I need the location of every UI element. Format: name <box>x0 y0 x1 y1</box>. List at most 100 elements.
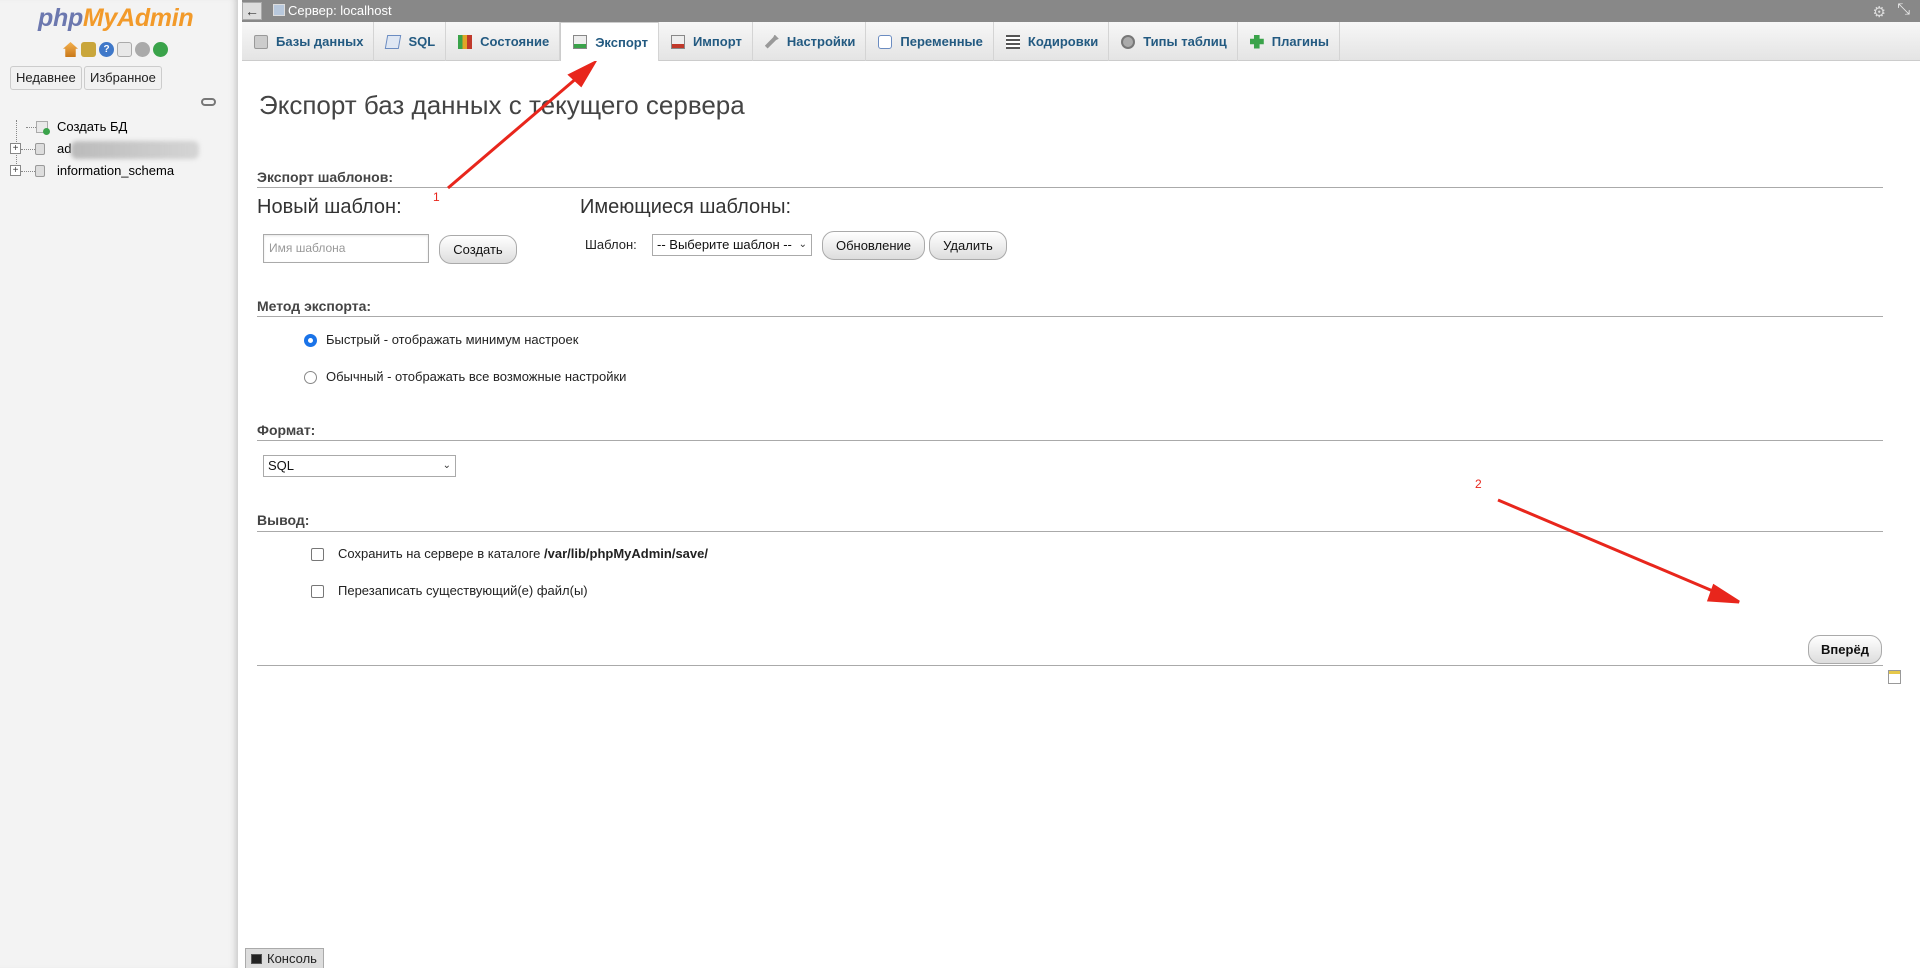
overwrite-files-label[interactable]: Перезаписать существующий(е) файл(ы) <box>338 583 588 598</box>
notes-icon[interactable] <box>1888 670 1901 684</box>
redacted-text <box>71 140 200 159</box>
tab-label: SQL <box>408 34 436 49</box>
existing-templates-heading: Имеющиеся шаблоны: <box>580 196 792 218</box>
tab-label: Базы данных <box>276 34 364 49</box>
wrench-icon <box>764 34 779 49</box>
tree-item-label: information_schema <box>57 163 175 178</box>
output-section-title: Вывод: <box>257 512 310 528</box>
tab-plugins[interactable]: Плагины <box>1238 22 1340 61</box>
import-icon <box>670 34 685 49</box>
phpmyadmin-logo[interactable]: phpMyAdmin <box>38 4 194 33</box>
server-tabs: Базы данных SQL Состояние Экспорт Импорт… <box>242 22 1920 61</box>
expand-icon[interactable]: + <box>10 143 21 154</box>
expand-icon[interactable]: + <box>10 165 21 176</box>
tab-sql[interactable]: SQL <box>374 22 447 61</box>
page-settings-icon[interactable]: ⚙ <box>1873 3 1886 21</box>
tab-variables[interactable]: Переменные <box>866 22 994 61</box>
template-select-value: -- Выберите шаблон -- <box>657 237 792 252</box>
template-name-input[interactable]: Имя шаблона <box>263 234 429 263</box>
settings-icon[interactable] <box>135 42 150 57</box>
tab-status[interactable]: Состояние <box>446 22 561 61</box>
chevron-down-icon: ⌄ <box>442 460 451 471</box>
engines-icon <box>1121 34 1136 49</box>
footer-divider <box>257 665 1883 666</box>
new-database-icon <box>36 121 50 135</box>
tree-line <box>21 149 35 150</box>
tab-import[interactable]: Импорт <box>659 22 753 61</box>
home-icon[interactable] <box>63 42 78 57</box>
server-breadcrumb[interactable]: Сервер: localhost <box>288 3 392 18</box>
charset-icon <box>1005 34 1020 49</box>
console-label: Консоль <box>267 951 317 966</box>
back-arrow-icon[interactable]: ← <box>242 2 262 20</box>
save-on-server-checkbox[interactable] <box>311 548 324 561</box>
database-icon <box>35 165 45 177</box>
reload-icon[interactable] <box>153 42 168 57</box>
favorites-button[interactable]: Избранное <box>84 66 162 90</box>
annotation-arrows <box>447 61 1740 604</box>
tab-label: Экспорт <box>595 34 648 50</box>
custom-method-radio[interactable] <box>304 371 317 384</box>
tab-export[interactable]: Экспорт <box>560 22 659 61</box>
logo-php: php <box>38 4 83 32</box>
update-template-button[interactable]: Обновление <box>822 231 925 260</box>
tree-line <box>21 171 35 172</box>
save-on-server-text: Сохранить на сервере в каталоге <box>338 546 544 561</box>
quick-method-radio[interactable] <box>304 334 317 347</box>
exit-icon[interactable] <box>81 42 96 57</box>
format-select[interactable]: SQL ⌄ <box>263 455 456 477</box>
custom-method-label[interactable]: Обычный - отображать все возможные настр… <box>326 369 626 384</box>
tab-label: Настройки <box>786 34 856 49</box>
tree-item-label: ad <box>57 141 72 156</box>
tab-settings[interactable]: Настройки <box>753 22 867 61</box>
export-page: Экспорт баз данных с текущего сервера Эк… <box>242 61 1920 941</box>
console-icon <box>251 953 262 964</box>
annotation-arrow-1-head <box>567 61 597 88</box>
annotation-marker-2: 2 <box>1475 477 1482 491</box>
database-icon <box>35 143 45 155</box>
collapse-icon[interactable]: ⤡ <box>1897 1 1910 19</box>
logo-admin: Admin <box>117 4 194 32</box>
tab-engines[interactable]: Типы таблиц <box>1109 22 1238 61</box>
format-select-value: SQL <box>268 458 295 473</box>
templates-section-title: Экспорт шаблонов: <box>257 169 393 185</box>
delete-template-button[interactable]: Удалить <box>929 231 1007 260</box>
tab-charsets[interactable]: Кодировки <box>994 22 1110 61</box>
section-divider <box>257 531 1883 532</box>
tree-item-create-db[interactable]: Создать БД <box>10 116 199 138</box>
annotation-arrow-2-head <box>1706 583 1740 604</box>
tree-item-label: Создать БД <box>57 119 128 134</box>
chevron-down-icon: ⌄ <box>798 239 807 250</box>
database-icon <box>254 34 268 49</box>
logo-my: My <box>82 4 118 32</box>
annotation-marker-1: 1 <box>433 190 440 204</box>
annotation-arrow-2-line <box>1497 498 1728 599</box>
server-icon <box>273 4 285 16</box>
go-button[interactable]: Вперёд <box>1808 635 1882 664</box>
template-select[interactable]: -- Выберите шаблон -- ⌄ <box>652 234 812 256</box>
sidebar-icon-row: ? <box>63 42 168 57</box>
save-path: /var/lib/phpMyAdmin/save/ <box>544 546 708 561</box>
server-breadcrumb-bar: ← Сервер: localhost ⚙ ⤡ <box>242 0 1920 22</box>
overwrite-files-checkbox[interactable] <box>311 585 324 598</box>
navigation-sidebar: phpMyAdmin ? Недавнее Избранное Создать … <box>0 0 238 968</box>
section-divider <box>257 316 1883 317</box>
save-on-server-label[interactable]: Сохранить на сервере в каталоге /var/lib… <box>338 546 708 561</box>
quick-method-label[interactable]: Быстрый - отображать минимум настроек <box>326 332 578 347</box>
annotation-arrow-1-line <box>447 69 586 190</box>
tab-label: Состояние <box>480 34 550 49</box>
tab-label: Кодировки <box>1027 34 1099 49</box>
tab-databases[interactable]: Базы данных <box>242 22 375 61</box>
recent-button[interactable]: Недавнее <box>10 66 82 90</box>
tree-item-db-blurred[interactable]: + ad <box>10 138 200 160</box>
section-divider <box>257 440 1883 441</box>
help-icon[interactable]: ? <box>99 42 114 57</box>
plugins-icon <box>1249 34 1264 49</box>
section-divider <box>257 187 1883 188</box>
tree-item-information-schema[interactable]: + information_schema <box>10 160 199 182</box>
create-template-button[interactable]: Создать <box>439 235 517 264</box>
sql-icon <box>385 34 402 49</box>
link-icon[interactable] <box>201 98 216 106</box>
docs-icon[interactable] <box>117 42 132 57</box>
console-toggle[interactable]: Консоль <box>245 948 324 968</box>
